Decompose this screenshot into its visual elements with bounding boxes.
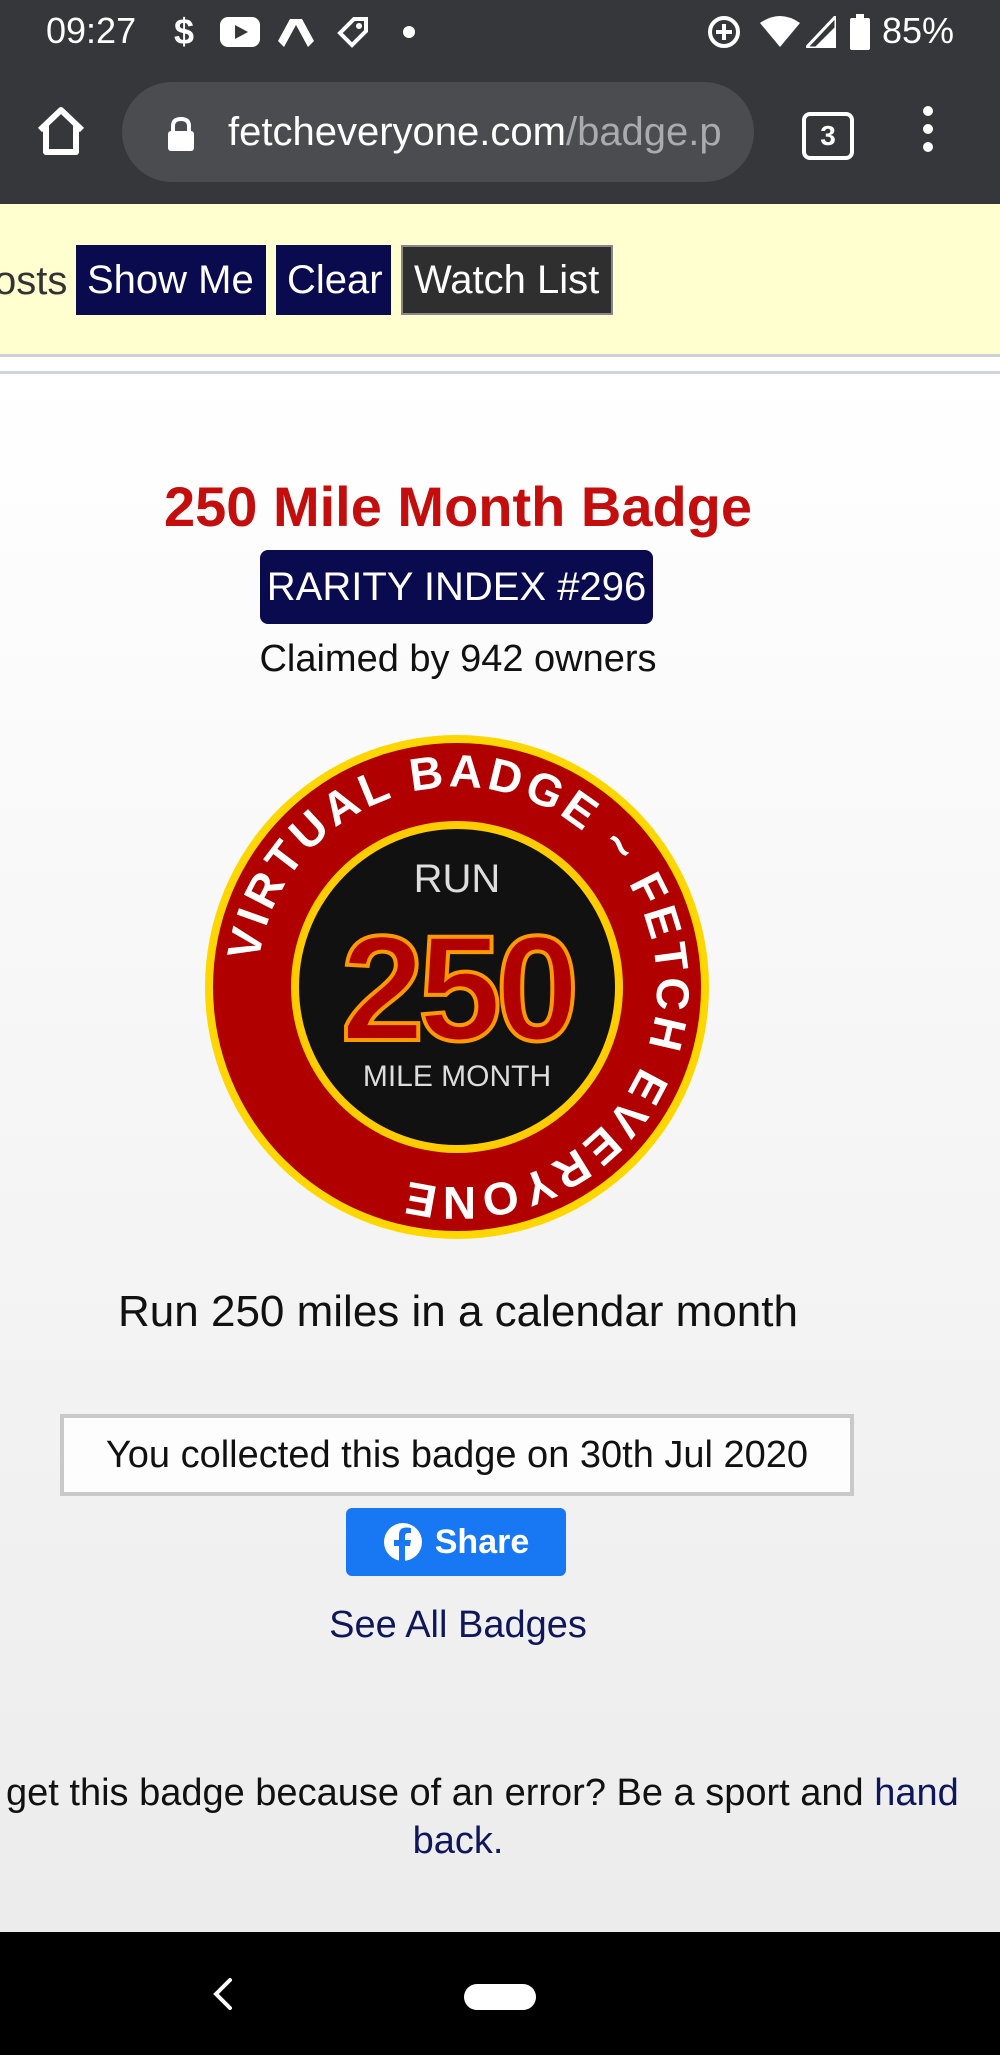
see-all-badges-link[interactable]: See All Badges xyxy=(0,1600,916,1650)
battery-icon xyxy=(850,14,870,50)
back-link[interactable]: back xyxy=(413,1820,493,1862)
badge-image: VIRTUAL BADGE ~ FETCH EVERYONE RUN 250 M… xyxy=(205,735,709,1239)
badge-mile-month-text: MILE MONTH xyxy=(363,1060,551,1093)
url-path: /badge.p xyxy=(565,110,722,154)
lock-icon xyxy=(168,116,194,151)
tag-icon xyxy=(336,14,370,50)
signal-icon xyxy=(806,14,836,50)
system-nav-bar xyxy=(0,1932,1000,2055)
badge-run-text: RUN xyxy=(414,857,501,901)
address-bar[interactable]: fetcheveryone.com/badge.p xyxy=(122,82,754,182)
tab-switcher-button[interactable]: 3 xyxy=(802,112,854,160)
drive-icon xyxy=(278,14,314,50)
url-domain: fetcheveryone.com xyxy=(228,110,566,154)
battery-percentage: 85% xyxy=(881,10,954,51)
watch-list-button[interactable]: Watch List xyxy=(401,245,613,315)
error-period: . xyxy=(492,1820,504,1862)
status-time: 09:27 xyxy=(46,10,137,51)
clear-button[interactable]: Clear xyxy=(276,245,391,315)
share-label: Share xyxy=(434,1522,530,1561)
dollar-icon: $ xyxy=(173,11,195,52)
error-notice: get this badge because of an error? Be a… xyxy=(6,1768,959,1818)
posts-label: osts xyxy=(0,259,68,303)
hand-back-link[interactable]: hand xyxy=(874,1772,959,1814)
data-saver-icon xyxy=(706,14,742,50)
home-button[interactable] xyxy=(30,100,92,162)
home-icon xyxy=(37,107,85,155)
home-pill[interactable] xyxy=(464,1984,536,2010)
error-notice-end: back. xyxy=(0,1816,916,1866)
error-text: get this badge because of an error? Be a… xyxy=(6,1772,875,1814)
facebook-icon xyxy=(383,1523,422,1561)
rarity-index-badge: RARITY INDEX #296 xyxy=(260,550,653,624)
claimed-count: Claimed by 942 owners xyxy=(259,638,657,680)
dot-icon xyxy=(402,14,416,50)
youtube-icon xyxy=(220,14,260,50)
badge-page: 250 Mile Month Badge RARITY INDEX #296 C… xyxy=(0,374,1000,1932)
badge-title: 250 Mile Month Badge xyxy=(163,475,753,538)
facebook-share-button[interactable]: Share xyxy=(346,1508,566,1576)
filter-toolbar: osts Show Me Clear Watch List xyxy=(0,204,1000,357)
status-bar: 09:27 $ 85% xyxy=(0,0,1000,64)
show-me-button[interactable]: Show Me xyxy=(76,245,266,315)
more-options-icon[interactable] xyxy=(916,106,940,162)
badge-number: 250 xyxy=(341,904,574,1072)
url-text[interactable]: fetcheveryone.com/badge.p xyxy=(228,106,738,158)
collected-date: You collected this badge on 30th Jul 202… xyxy=(60,1414,854,1496)
browser-toolbar: fetcheveryone.com/badge.p 3 xyxy=(0,64,1000,204)
wifi-icon xyxy=(760,14,800,50)
back-icon[interactable] xyxy=(208,1976,238,2012)
badge-description: Run 250 miles in a calendar month xyxy=(118,1287,798,1336)
